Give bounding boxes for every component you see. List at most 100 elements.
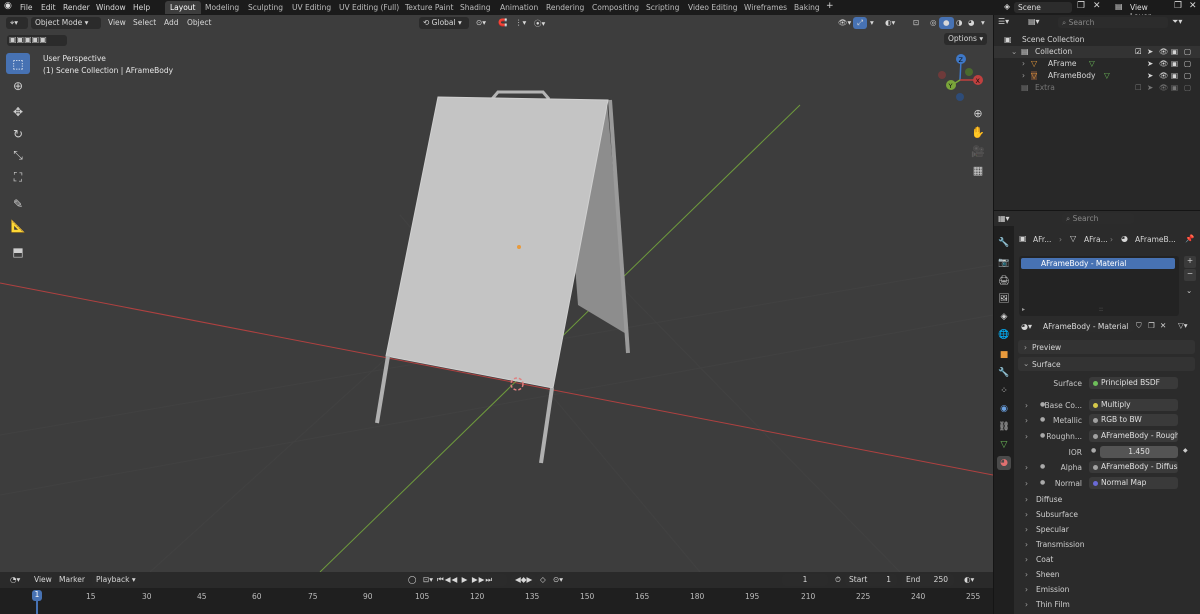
properties-editor-icon[interactable]: ▦▾ — [998, 214, 1010, 223]
area-divider[interactable] — [993, 15, 994, 614]
breadcrumb-mesh[interactable]: AFra... — [1084, 235, 1108, 244]
aframe-visibility-icon[interactable]: 👁 — [1159, 59, 1169, 68]
coat-subpanel[interactable]: Coat — [1036, 555, 1053, 564]
menu-render[interactable]: Render — [63, 3, 90, 12]
metallic-field[interactable]: RGB to BW — [1089, 414, 1178, 426]
diffuse-subpanel[interactable]: Diffuse — [1036, 495, 1062, 504]
menu-object[interactable]: Object — [183, 17, 215, 29]
aframe-expand-icon[interactable]: › — [1022, 59, 1025, 68]
timeline-menu-marker[interactable]: Marker — [55, 574, 89, 586]
outliner-item-aframebody[interactable]: › ▽ AFrameBody ▽ ➤ 👁 ▣ ▢ — [994, 70, 1200, 82]
thin-film-subpanel[interactable]: Thin Film — [1036, 600, 1070, 609]
area-divider[interactable] — [994, 210, 1200, 211]
overlays-icon[interactable]: ◐▾ — [881, 17, 899, 29]
3d-viewport[interactable]: Z X Y ⌖▾ Object Mode ▾ View Select Add O… — [0, 15, 993, 572]
world-tab-icon[interactable]: 🌐 — [997, 328, 1011, 342]
xray-icon[interactable]: ⊡ — [909, 17, 923, 29]
perspective-toggle-icon[interactable]: ▦ — [969, 162, 987, 180]
render-tab-icon[interactable]: 📷 — [997, 256, 1011, 270]
data-tab-icon[interactable]: ▽ — [997, 438, 1011, 452]
transmission-subpanel[interactable]: Transmission — [1036, 540, 1084, 549]
extra-select-icon[interactable]: ➤ — [1147, 83, 1153, 92]
outliner-search-input[interactable]: ⌕ Search — [1058, 17, 1168, 28]
start-frame-field[interactable]: Start 1 — [845, 574, 897, 586]
specular-expand-icon[interactable]: › — [1025, 525, 1028, 534]
alpha-expand-icon[interactable]: › — [1025, 463, 1028, 472]
timeline-menu-view[interactable]: View — [30, 574, 56, 586]
subsurface-subpanel[interactable]: Subsurface — [1036, 510, 1078, 519]
tab-rendering[interactable]: Rendering — [541, 1, 589, 14]
material-type-icon[interactable]: ▽▾ — [1178, 321, 1188, 330]
tab-texture-paint[interactable]: Texture Paint — [400, 1, 458, 14]
base-color-field[interactable]: Multiply — [1089, 399, 1178, 411]
scene-tab-icon[interactable]: ◈ — [997, 310, 1011, 324]
pivot-point-icon[interactable]: ⊙▾ — [472, 17, 490, 29]
view-layer-tab-icon[interactable]: 🖼 — [997, 292, 1011, 306]
tab-shading[interactable]: Shading — [455, 1, 495, 14]
zoom-icon[interactable]: ⊕ — [969, 105, 987, 123]
fake-user-icon[interactable]: ⛉ — [1136, 321, 1142, 331]
tab-sculpting[interactable]: Sculpting — [243, 1, 288, 14]
specular-subpanel[interactable]: Specular — [1036, 525, 1069, 534]
playhead-frame[interactable]: 1 — [32, 590, 42, 601]
extra-visibility-icon[interactable]: 👁 — [1159, 83, 1169, 92]
roughness-expand-icon[interactable]: › — [1025, 432, 1028, 441]
menu-window[interactable]: Window — [96, 3, 126, 12]
surface-shader-field[interactable]: Principled BSDF — [1089, 377, 1178, 389]
menu-add[interactable]: Add — [160, 17, 183, 29]
remove-slot-icon[interactable]: − — [1184, 269, 1196, 281]
output-tab-icon[interactable]: 🖨 — [997, 274, 1011, 288]
timeline-options-icon[interactable]: ◐▾ — [960, 574, 978, 586]
aframebody-expand-icon[interactable]: › — [1022, 71, 1025, 80]
physics-tab-icon[interactable]: ◉ — [997, 402, 1011, 416]
aframebody-render-icon[interactable]: ▣ — [1171, 71, 1178, 80]
sheen-subpanel[interactable]: Sheen — [1036, 570, 1060, 579]
breadcrumb-material[interactable]: AFrameB... — [1135, 235, 1176, 244]
menu-file[interactable]: File — [20, 3, 33, 12]
new-view-layer-icon[interactable]: ❐ — [1174, 1, 1182, 11]
thin-film-expand-icon[interactable]: › — [1025, 600, 1028, 609]
ior-field[interactable]: 1.450 — [1100, 446, 1178, 458]
tab-baking[interactable]: Baking — [789, 1, 825, 14]
collection-visibility-icon[interactable]: 👁 — [1159, 47, 1169, 56]
measure-tool-icon[interactable]: 📐 — [6, 215, 30, 236]
current-frame-field[interactable]: 1 — [782, 574, 828, 586]
selection-mode-icons[interactable]: ▣▣▣▣▣ — [7, 35, 67, 46]
blender-logo-icon[interactable]: ◉ — [4, 1, 12, 11]
menu-edit[interactable]: Edit — [41, 3, 56, 12]
tab-modeling[interactable]: Modeling — [200, 1, 244, 14]
auto-keying-icon[interactable]: ◯ — [404, 574, 420, 586]
timeline-menu-playback[interactable]: Playback ▾ — [92, 574, 140, 586]
tab-scripting[interactable]: Scripting — [641, 1, 684, 14]
tab-wireframes[interactable]: Wireframes — [739, 1, 792, 14]
delete-scene-icon[interactable]: ✕ — [1093, 1, 1101, 11]
view-layer-selector[interactable]: View Layer — [1126, 2, 1170, 21]
outliner-item-aframe[interactable]: › ▽ AFrame ▽ ➤ 👁 ▣ ▢ — [994, 58, 1200, 70]
slot-expand-icon[interactable]: ▸ — [1022, 306, 1025, 313]
aframebody-holdout-icon[interactable]: ▢ — [1184, 71, 1191, 80]
collection-holdout-icon[interactable]: ▢ — [1184, 47, 1191, 56]
tab-compositing[interactable]: Compositing — [587, 1, 644, 14]
material-name-field[interactable]: AFrameBody - Material — [1039, 321, 1134, 332]
properties-search-input[interactable]: ⌕ Search — [1062, 213, 1134, 224]
metallic-expand-icon[interactable]: › — [1025, 416, 1028, 425]
scene-selector[interactable]: Scene — [1014, 2, 1072, 13]
aframe-render-icon[interactable]: ▣ — [1171, 59, 1178, 68]
options-button[interactable]: Options ▾ — [944, 33, 988, 45]
tab-layout[interactable]: Layout — [165, 1, 201, 14]
keyframe-insert-icon[interactable]: ◇ — [536, 574, 550, 586]
annotate-tool-icon[interactable]: ✎ — [6, 193, 30, 214]
keyframe-dot-icon[interactable]: ◆ — [1183, 447, 1188, 454]
new-scene-icon[interactable]: ❐ — [1077, 1, 1085, 11]
object-tab-icon[interactable]: ■ — [997, 348, 1011, 362]
alpha-field[interactable]: AFrameBody - Diffuse... — [1089, 461, 1178, 473]
outliner-scene-collection[interactable]: ▣ Scene Collection — [994, 34, 1200, 46]
emission-subpanel[interactable]: Emission — [1036, 585, 1069, 594]
filter-display-icon[interactable]: ▤▾ — [1028, 17, 1040, 26]
delete-view-layer-icon[interactable]: ✕ — [1189, 1, 1197, 11]
camera-icon[interactable]: ⊙▾ — [549, 574, 567, 586]
aframe-holdout-icon[interactable]: ▢ — [1184, 59, 1191, 68]
pan-hand-icon[interactable]: ✋ — [969, 124, 987, 142]
base-color-expand-icon[interactable]: › — [1025, 401, 1028, 410]
collection-render-icon[interactable]: ▣ — [1171, 47, 1178, 56]
